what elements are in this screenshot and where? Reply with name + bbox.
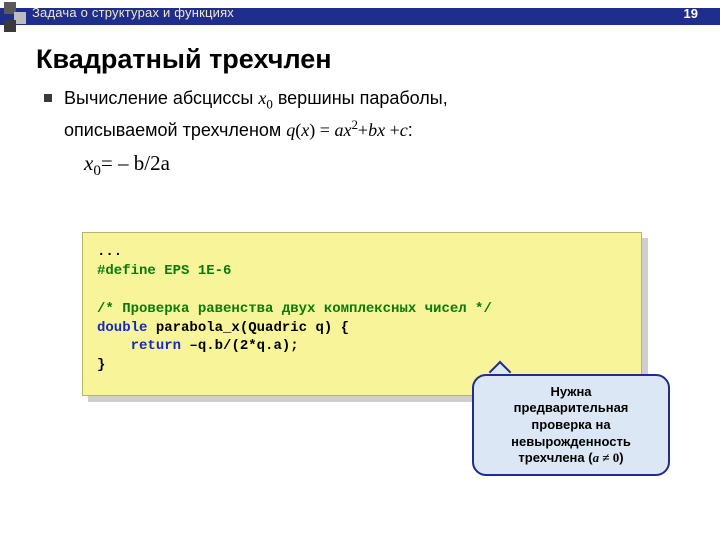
math-var-x: x0	[258, 88, 272, 108]
callout-line: проверка на	[482, 417, 660, 434]
text: Вычисление абсциссы	[64, 88, 258, 108]
page-number: 19	[684, 6, 698, 21]
callout-line: трехчлена (a ≠ 0)	[482, 450, 660, 466]
text: :	[408, 120, 413, 140]
text: описываемой трехчленом	[64, 120, 286, 140]
bullet-text: Вычисление абсциссы x0 вершины параболы,…	[64, 85, 448, 183]
callout-bubble: Нужна предварительная проверка на невыро…	[472, 374, 670, 476]
math-expr: q(x) = ax2+bx +c	[286, 120, 407, 140]
bullet-item: Вычисление абсциссы x0 вершины параболы,…	[44, 85, 676, 183]
slide-header: Задача о структурах и функциях 19	[0, 0, 720, 30]
breadcrumb: Задача о структурах и функциях	[32, 5, 234, 20]
callout-line: Нужна	[482, 384, 660, 401]
page-title: Квадратный трехчлен	[0, 30, 720, 77]
slide: Задача о структурах и функциях 19 Квадра…	[0, 0, 720, 540]
bullet-icon	[44, 94, 52, 102]
text: вершины параболы,	[273, 88, 448, 108]
equation: x0= – b/2a	[64, 147, 448, 184]
bullet-list: Вычисление абсциссы x0 вершины параболы,…	[0, 77, 720, 183]
logo-square-icon	[4, 20, 16, 32]
code-block: ... #define EPS 1E-6 /* Проверка равенст…	[82, 232, 642, 396]
callout-line: невырожденность	[482, 434, 660, 451]
code-content: ... #define EPS 1E-6 /* Проверка равенст…	[82, 232, 642, 396]
callout-line: предварительная	[482, 400, 660, 417]
